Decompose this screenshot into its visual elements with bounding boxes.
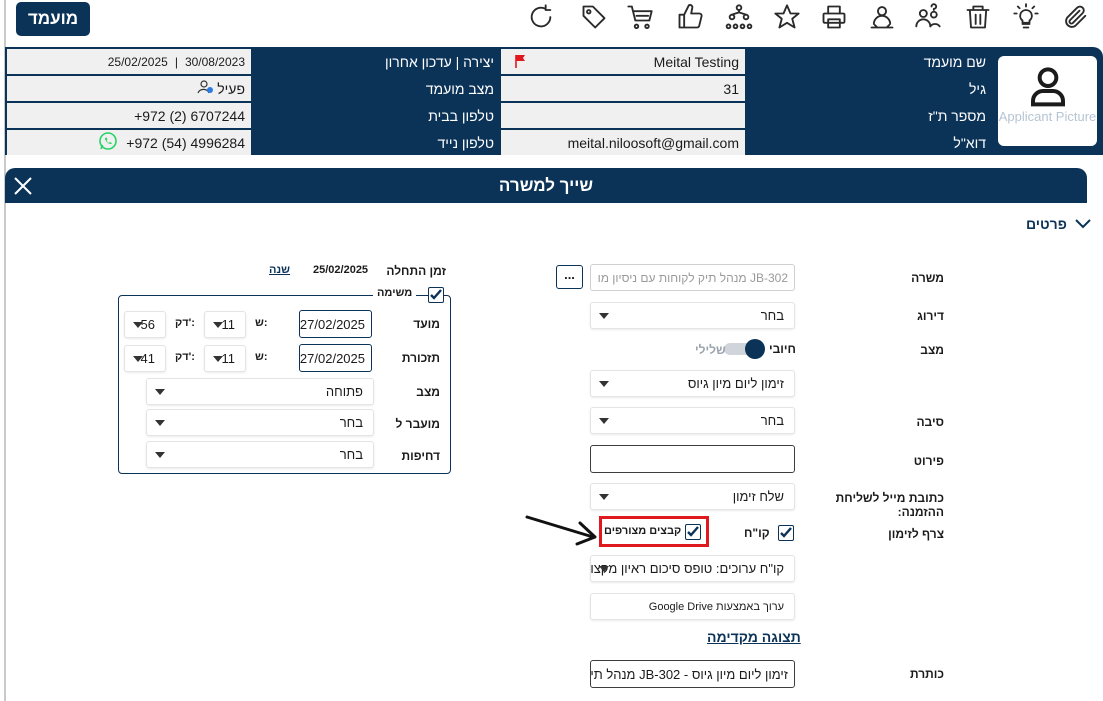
annotation-arrow [524, 512, 600, 551]
label-email: דוא"ל [746, 130, 992, 155]
refresh-icon[interactable] [524, 0, 558, 34]
due-minute-select[interactable]: 56 [124, 311, 166, 338]
label-age: גיל [746, 76, 992, 101]
user-status-icon [197, 80, 214, 97]
positive-negative-toggle[interactable] [724, 339, 765, 359]
candidate-id [501, 103, 745, 128]
label-details: פירוט [913, 454, 944, 468]
reminder-minute-label: דק': [175, 351, 195, 363]
toggle-positive-label: חיובי [769, 342, 796, 356]
label-created-updated: יצירה | עדכון אחרון [252, 49, 500, 74]
label-rating: דירוג [917, 309, 944, 323]
due-hour-select[interactable]: 11 [204, 311, 246, 338]
cart-icon[interactable] [623, 0, 657, 34]
job-input[interactable]: JB-302 מנהל תיק לקוחות עם ניסיון מו [590, 264, 795, 291]
reminder-minute-select[interactable]: 41 [124, 345, 166, 372]
paperclip-icon[interactable] [1059, 0, 1093, 34]
whatsapp-icon[interactable] [98, 131, 118, 154]
details-input[interactable] [590, 445, 795, 473]
label-state: מצב [920, 343, 944, 357]
reminder-date-input[interactable]: 27/02/2025 [299, 344, 372, 372]
label-attach: צרף לזימון [888, 527, 944, 541]
flag-icon [513, 54, 527, 71]
avatar-caption: Applicant Picture [998, 109, 1097, 124]
mobile-phone: +972 (54) 4996284 [7, 130, 251, 155]
label-reason: סיבה [916, 415, 944, 429]
transfer-to-select[interactable]: בחר [146, 409, 374, 436]
chevron-down-icon[interactable] [1074, 217, 1092, 234]
label-start-time: זמן התחלה [386, 264, 446, 278]
label-job: משרה [911, 271, 944, 285]
mobile-number: +972 (54) 4996284 [126, 134, 245, 151]
section-title-details[interactable]: פרטים [1026, 216, 1067, 232]
cv-checkbox[interactable] [778, 525, 794, 541]
label-due: מועד [413, 317, 440, 331]
users-question-icon[interactable] [911, 0, 945, 34]
due-date-input[interactable]: 27/02/2025 [299, 310, 372, 338]
label-id: מספר ת"ז [746, 103, 992, 128]
candidate-name: Meital Testing [501, 49, 745, 74]
rating-select[interactable]: בחר [590, 302, 795, 329]
thumbs-up-icon[interactable] [673, 0, 707, 34]
label-invite-email: כתובת מייל לשליחת ההזמנה: [835, 491, 944, 519]
google-drive-edit[interactable]: ערוך באמצעות Google Drive [590, 593, 795, 620]
tag-icon[interactable] [577, 0, 611, 34]
reason-select[interactable]: בחר [590, 407, 795, 434]
reminder-hour-label: ש: [255, 351, 268, 363]
candidate-button[interactable]: מועמד [16, 2, 90, 36]
user-transfer-icon[interactable] [865, 0, 899, 34]
home-phone: +972 (2) 6707244 [7, 103, 251, 128]
task-label: משימה [373, 287, 417, 299]
label-name: שם מועמד [746, 49, 992, 74]
label-urgency: דחיפות [401, 449, 440, 463]
applicant-picture[interactable]: Applicant Picture [998, 56, 1097, 146]
label-reminder: תזכורת [401, 351, 440, 365]
label-mobile: טלפון נייד [252, 130, 500, 155]
close-icon[interactable] [12, 175, 34, 197]
year-link[interactable]: שנה [269, 264, 290, 276]
print-icon[interactable] [817, 0, 851, 34]
label-status: מצב מועמד [252, 76, 500, 101]
attached-files-label: קבצים מצורפים [604, 525, 682, 537]
attached-files-checkbox[interactable] [685, 524, 701, 540]
label-subject: כותרת [909, 667, 944, 681]
label-transfer-to: מועבר ל [395, 417, 440, 431]
due-hour-label: ש: [255, 317, 268, 329]
candidate-status: פעיל [7, 76, 251, 101]
subject-input[interactable]: זימון ליום מיון גיוס - JB-302 מנהל תיק ל [590, 660, 795, 688]
candidate-email[interactable]: meital.niloosoft@gmail.com [501, 130, 745, 155]
reminder-hour-select[interactable]: 11 [204, 345, 246, 372]
status-select[interactable]: זימון ליום מיון גיוס [590, 370, 795, 397]
job-picker-button[interactable]: ... [556, 265, 583, 289]
user-icon [1030, 67, 1065, 107]
toggle-negative-label: שלילי [695, 343, 726, 357]
label-task-state: מצב [416, 385, 440, 399]
star-icon[interactable] [770, 0, 804, 34]
invite-email-select[interactable]: שלח זימון [590, 483, 795, 510]
cv-select[interactable]: קו"ח ערוכים: טופס סיכום ראיון מקצו [590, 555, 795, 582]
org-chart-icon[interactable] [722, 0, 756, 34]
lightbulb-icon[interactable] [1009, 0, 1043, 34]
status-text: פעיל [217, 80, 245, 97]
due-minute-label: דק': [175, 317, 195, 329]
candidate-age: 31 [501, 76, 745, 101]
label-home-phone: טלפון בבית [252, 103, 500, 128]
start-date: 25/02/2025 [313, 264, 369, 276]
task-state-select[interactable]: פתוחה [146, 378, 374, 405]
modal-title: שייך למשרה [5, 168, 1087, 203]
urgency-select[interactable]: בחר [146, 441, 374, 468]
created-updated-dates: 30/08/2023 | 25/02/2025 [7, 49, 251, 74]
cv-label: קו"ח [744, 526, 770, 540]
trash-icon[interactable] [961, 0, 995, 34]
preview-link[interactable]: תצוגה מקדימה [707, 629, 801, 645]
task-checkbox[interactable] [428, 287, 444, 303]
